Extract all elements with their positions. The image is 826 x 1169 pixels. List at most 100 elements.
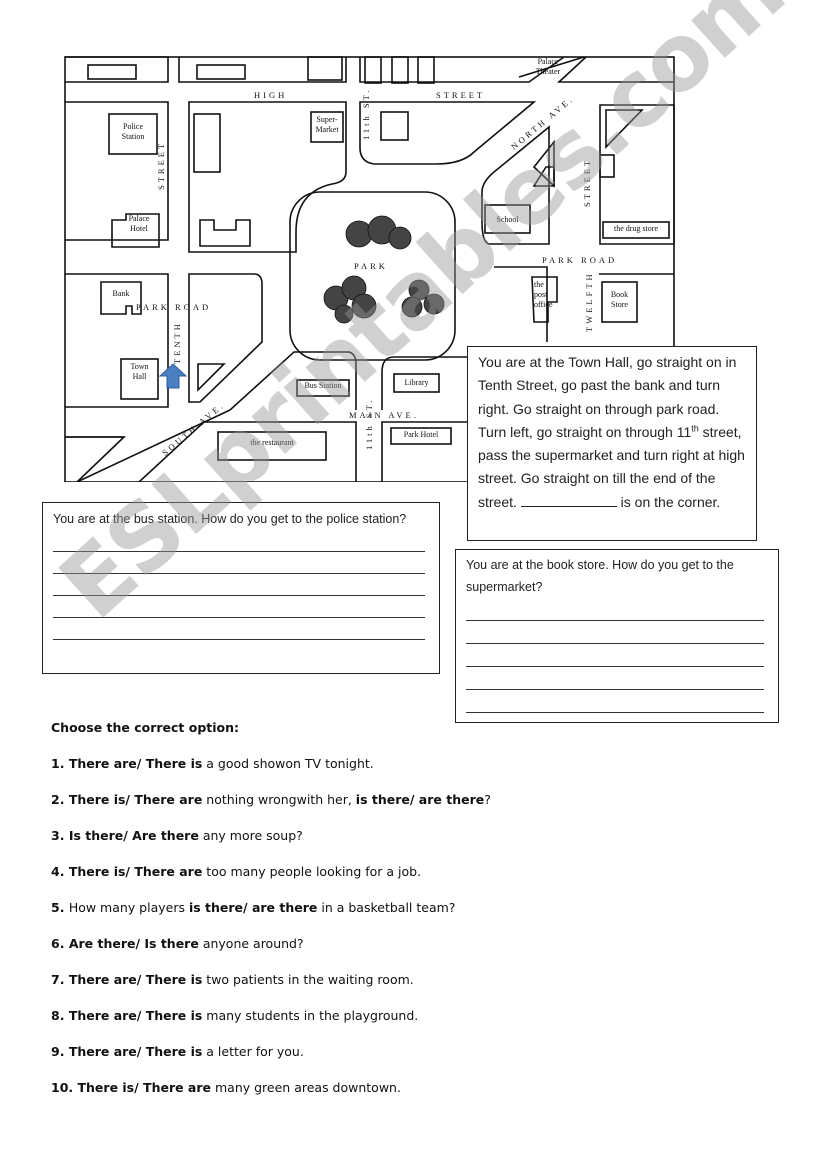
answer-option[interactable]: There is/ There are (78, 1080, 212, 1095)
building-top-3 (307, 56, 343, 81)
exercise-item: 2. There is/ There are nothing wrongwith… (51, 792, 751, 828)
building-top-5 (391, 56, 409, 84)
exercise-item: 6. Are there/ Is there anyone around? (51, 936, 751, 972)
answer-option[interactable]: There are/ There is (69, 1008, 203, 1023)
street-label-street-left: STREET (156, 140, 166, 190)
building-label-bus-station: Bus Station (304, 381, 342, 390)
ordinal-suffix: th (691, 423, 699, 434)
exercise-item: 7. There are/ There is two patients in t… (51, 972, 751, 1008)
answer-line[interactable] (466, 621, 764, 644)
answer-option[interactable]: Are there/ Is there (69, 936, 199, 951)
exercise-item: 4. There is/ There are too many people l… (51, 864, 751, 900)
sentence-text: a letter for you. (202, 1044, 304, 1059)
building-top-1 (87, 64, 137, 80)
answer-option[interactable]: There is/ There are (69, 864, 203, 879)
sentence-text: two patients in the waiting room. (202, 972, 414, 987)
item-number: 3. (51, 828, 69, 843)
street-label-11th-bottom: 11th ST. (364, 397, 374, 450)
directions-text-after: is on the corner. (616, 493, 721, 510)
answer-option[interactable]: Is there/ Are there (69, 828, 199, 843)
sentence-text: anyone around? (198, 936, 304, 951)
building-label-supermarket: Super- Market (315, 115, 339, 134)
answer-line[interactable] (466, 598, 764, 621)
item-number: 9. (51, 1044, 69, 1059)
directions-box: You are at the Town Hall, go straight on… (467, 346, 757, 541)
question-box-book-store: You are at the book store. How do you ge… (455, 549, 779, 723)
answer-line[interactable] (53, 596, 425, 618)
sentence-text: ? (484, 792, 491, 807)
item-number: 4. (51, 864, 69, 879)
item-number: 8. (51, 1008, 69, 1023)
answer-option[interactable]: There are/ There is (69, 972, 203, 987)
answer-option[interactable]: is there/ are there (356, 792, 484, 807)
item-number: 10. (51, 1080, 78, 1095)
exercise-list: 1. There are/ There is a good showon TV … (51, 756, 751, 1116)
sentence-text: a good showon TV tonight. (202, 756, 374, 771)
triangle-2 (605, 109, 644, 149)
block-tenth (188, 273, 263, 403)
answer-line[interactable] (466, 644, 764, 667)
building-blank-1 (193, 113, 221, 173)
street-label-high-street: STREET (436, 90, 486, 100)
fill-in-blank[interactable] (520, 494, 617, 507)
triangle-3 (197, 363, 226, 392)
park-area (289, 191, 456, 361)
sentence-text: many students in the playground. (202, 1008, 419, 1023)
answer-line[interactable] (466, 667, 764, 690)
street-label-main-ave: MAIN AVE. (349, 410, 419, 420)
street-label-twelfth: TWELFTH (584, 271, 594, 332)
up-arrow-icon (159, 363, 187, 389)
building-label-palace-hotel: Palace Hotel (128, 214, 150, 233)
item-number: 5. (51, 900, 69, 915)
answer-option[interactable]: There is/ There are (69, 792, 203, 807)
building-label-park-hotel: Park Hotel (403, 430, 439, 439)
building-label-school: School (496, 215, 519, 224)
building-blank-3 (380, 111, 409, 141)
sentence-text: How many players (68, 900, 189, 915)
answer-line[interactable] (53, 618, 425, 640)
exercise-item: 8. There are/ There is many students in … (51, 1008, 751, 1044)
building-label-post-office: the post office (534, 280, 553, 309)
building-top-2 (196, 64, 246, 80)
exercise-item: 9. There are/ There is a letter for you. (51, 1044, 751, 1080)
item-number: 2. (51, 792, 69, 807)
building-label-book-store: Book Store (610, 290, 629, 309)
answer-option[interactable]: is there/ are there (189, 900, 317, 915)
street-label-tenth: TENTH (172, 321, 182, 364)
building-label-bank: Bank (112, 289, 130, 298)
exercise-item: 1. There are/ There is a good showon TV … (51, 756, 751, 792)
building-top-4 (364, 56, 382, 84)
building-label-police-station: Police Station (121, 122, 145, 141)
item-number: 1. (51, 756, 69, 771)
item-number: 7. (51, 972, 69, 987)
building-label-palace-theater: Palace Theater (535, 57, 561, 76)
building-label-restaurant: the restaurant (250, 438, 294, 447)
street-label-high: HIGH (254, 90, 288, 100)
sentence-text: in a basketball team? (317, 900, 456, 915)
block-top-far-right (556, 56, 674, 83)
exercise-section: Choose the correct option: 1. There are/… (51, 720, 751, 1116)
sentence-text: many green areas downtown. (211, 1080, 401, 1095)
building-blank-4 (599, 154, 615, 178)
exercise-item: 3. Is there/ Are there any more soup? (51, 828, 751, 864)
building-blank-2 (199, 219, 251, 247)
question-prompt: You are at the bus station. How do you g… (53, 512, 407, 526)
answer-option[interactable]: There are/ There is (69, 756, 203, 771)
street-label-street-right: STREET (582, 157, 592, 207)
exercise-heading: Choose the correct option: (51, 720, 240, 735)
building-label-drug-store: the drug store (614, 224, 658, 233)
building-label-library: Library (404, 378, 429, 387)
street-label-park: PARK (354, 261, 388, 271)
answer-option[interactable]: There are/ There is (69, 1044, 203, 1059)
answer-line[interactable] (53, 530, 425, 552)
answer-line[interactable] (53, 574, 425, 596)
question-box-bus-station: You are at the bus station. How do you g… (42, 502, 440, 674)
answer-line[interactable] (53, 552, 425, 574)
street-label-park-road-right: PARK ROAD (542, 255, 618, 265)
street-label-park-road-left: PARK ROAD (136, 302, 212, 312)
answer-line[interactable] (466, 690, 764, 713)
street-label-11th-top: 11th ST. (361, 87, 371, 140)
exercise-item: 5. How many players is there/ are there … (51, 900, 751, 936)
sentence-text: too many people looking for a job. (202, 864, 422, 879)
sentence-text: any more soup? (198, 828, 303, 843)
